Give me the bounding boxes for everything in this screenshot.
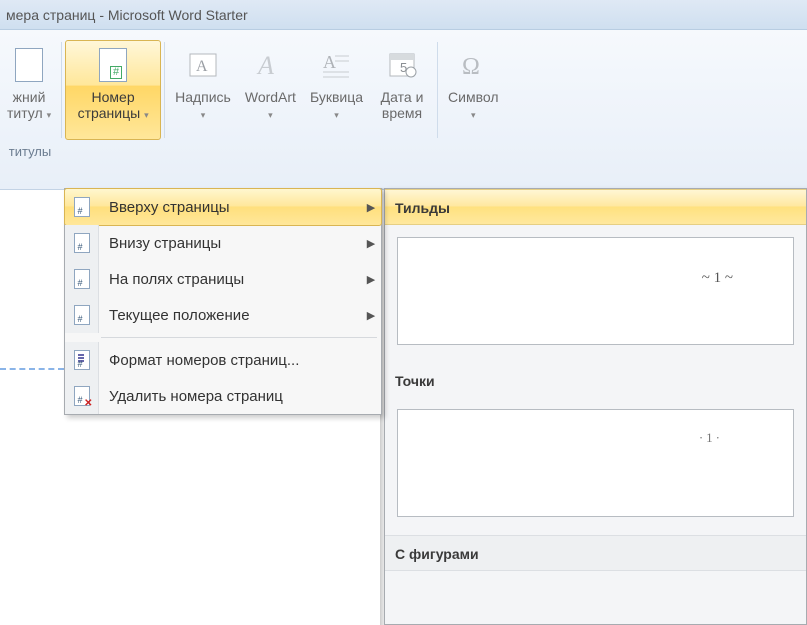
- ribbon-separator: [164, 42, 165, 138]
- gallery-category-shapes: С фигурами: [385, 535, 806, 571]
- submenu-arrow-icon: ▶: [361, 309, 381, 322]
- submenu-arrow-icon: ▶: [361, 201, 381, 214]
- submenu-arrow-icon: ▶: [361, 237, 381, 250]
- date-time-button[interactable]: 5 Дата и время: [370, 40, 434, 140]
- group-label-headers-footers: титулы: [0, 144, 60, 159]
- symbol-button[interactable]: Ω Символ ▾: [441, 40, 505, 140]
- symbol-label: Символ: [448, 89, 498, 105]
- menu-item-label: Текущее положение: [99, 307, 361, 324]
- submenu-arrow-icon: ▶: [361, 273, 381, 286]
- drop-cap-button[interactable]: A Буквица ▾: [303, 40, 370, 140]
- svg-text:Ω: Ω: [462, 54, 480, 80]
- text-box-label: Надпись: [175, 89, 231, 105]
- dropdown-arrow-icon: ▾: [47, 110, 52, 120]
- page-number-menu: Вверху страницы ▶ Внизу страницы ▶ На по…: [64, 188, 382, 415]
- date-time-label-2: время: [382, 105, 422, 121]
- menu-item-page-margins[interactable]: На полях страницы ▶: [65, 261, 381, 297]
- page-number-button[interactable]: Номер страницы ▾: [65, 40, 161, 140]
- menu-item-label: На полях страницы: [99, 271, 361, 288]
- gallery-category-dots: Точки: [385, 363, 806, 397]
- dot-sample-text: ·1·: [699, 430, 723, 446]
- page-bottom-icon: [74, 233, 90, 253]
- menu-item-label: Внизу страницы: [99, 235, 361, 252]
- drop-cap-icon: A: [316, 45, 356, 85]
- page-number-label-2: страницы: [78, 105, 141, 121]
- dropdown-arrow-icon: ▾: [471, 110, 476, 120]
- format-numbers-icon: [74, 350, 90, 370]
- date-time-label-1: Дата и: [381, 89, 424, 105]
- menu-item-current-position[interactable]: Текущее положение ▶: [65, 297, 381, 333]
- page-current-icon: [74, 305, 90, 325]
- wordart-icon: A: [250, 45, 290, 85]
- dropdown-arrow-icon: ▾: [144, 110, 149, 120]
- gallery-thumb-tildes[interactable]: ~ 1 ~: [397, 237, 794, 345]
- menu-item-remove-numbers[interactable]: Удалить номера страниц: [65, 378, 381, 414]
- menu-item-label: Удалить номера страниц: [99, 388, 381, 405]
- wordart-button[interactable]: A WordArt ▾: [238, 40, 303, 140]
- dropdown-arrow-icon: ▾: [334, 110, 339, 120]
- footer-button[interactable]: жний титул ▾: [0, 40, 58, 140]
- page-margins-icon: [74, 269, 90, 289]
- ribbon: жний титул ▾ Номер страницы ▾ A Над: [0, 30, 807, 190]
- drop-cap-label: Буквица: [310, 89, 363, 105]
- menu-item-bottom-of-page[interactable]: Внизу страницы ▶: [65, 225, 381, 261]
- window-titlebar: мера страниц - Microsoft Word Starter: [0, 0, 807, 30]
- window-title-text: мера страниц - Microsoft Word Starter: [6, 7, 248, 23]
- footer-icon: [9, 45, 49, 85]
- page-number-gallery: Тильды ~ 1 ~ Точки ·1· С фигурами: [384, 188, 807, 625]
- text-box-button[interactable]: A Надпись ▾: [168, 40, 238, 140]
- tilde-sample-text: ~ 1 ~: [702, 270, 733, 287]
- ribbon-separator: [61, 42, 62, 138]
- ribbon-separator: [437, 42, 438, 138]
- menu-item-top-of-page[interactable]: Вверху страницы ▶: [64, 188, 382, 226]
- dropdown-arrow-icon: ▾: [201, 110, 206, 120]
- menu-item-label: Формат номеров страниц...: [99, 352, 381, 369]
- remove-numbers-icon: [74, 386, 90, 406]
- menu-item-label: Вверху страницы: [99, 199, 361, 216]
- section-break-indicator: [0, 368, 64, 370]
- date-time-icon: 5: [382, 45, 422, 85]
- gallery-category-tildes: Тильды: [385, 189, 806, 225]
- wordart-label: WordArt: [245, 89, 296, 105]
- gallery-thumb-dots[interactable]: ·1·: [397, 409, 794, 517]
- svg-text:A: A: [323, 52, 336, 72]
- page-number-icon: [93, 45, 133, 85]
- svg-text:A: A: [256, 51, 274, 80]
- page-top-icon: [74, 197, 90, 217]
- symbol-icon: Ω: [453, 45, 493, 85]
- page-number-label-1: Номер: [92, 89, 135, 105]
- footer-label-1: жний: [13, 89, 46, 105]
- svg-text:A: A: [196, 58, 208, 75]
- menu-item-format-numbers[interactable]: Формат номеров страниц...: [65, 342, 381, 378]
- text-box-icon: A: [183, 45, 223, 85]
- menu-separator: [101, 337, 377, 338]
- footer-label-2: титул: [7, 105, 43, 121]
- dropdown-arrow-icon: ▾: [268, 110, 273, 120]
- ribbon-group-labels: титулы: [0, 144, 807, 159]
